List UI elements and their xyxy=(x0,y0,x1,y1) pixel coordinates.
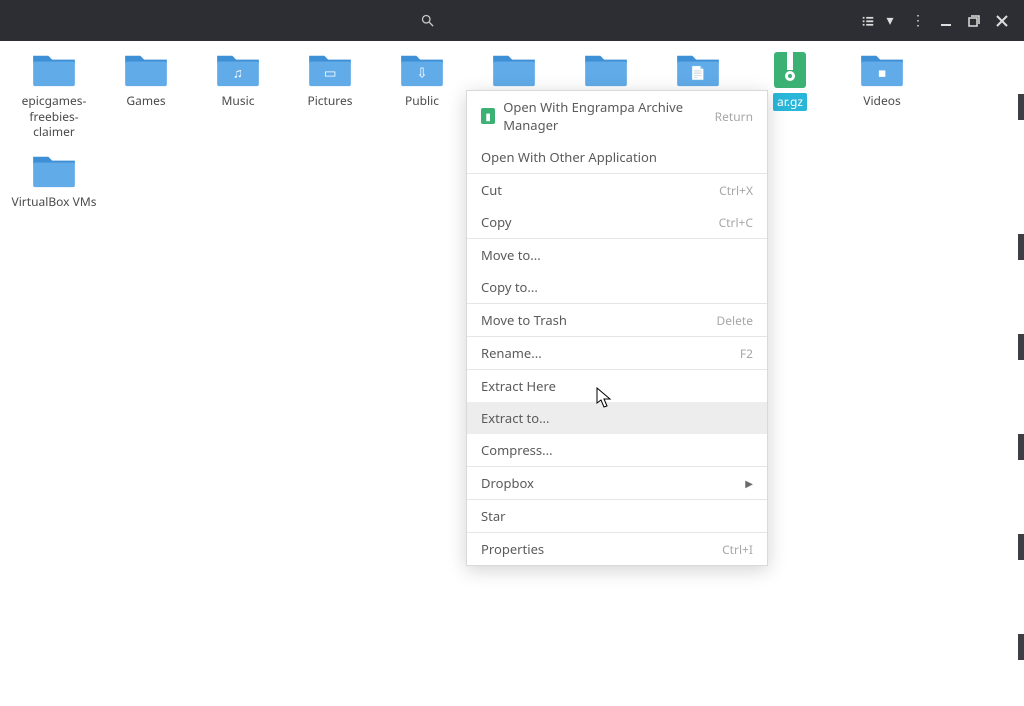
context-menu: ▮ Open With Engrampa Archive Manager Ret… xyxy=(466,90,768,566)
edge-indicator xyxy=(1018,94,1024,120)
item-label: VirtualBox VMs xyxy=(12,194,97,210)
svg-text:♫: ♫ xyxy=(233,64,243,82)
folder-icon xyxy=(30,51,78,89)
cm-label: Open With Engrampa Archive Manager xyxy=(503,98,714,134)
cm-copy-to[interactable]: Copy to... xyxy=(467,271,767,303)
cm-label: Rename... xyxy=(481,344,542,362)
cm-move-to[interactable]: Move to... xyxy=(467,239,767,271)
minimize-button[interactable] xyxy=(932,7,960,35)
folder-item[interactable]: ⇩ Public xyxy=(376,51,468,140)
svg-text:⇩: ⇩ xyxy=(416,64,427,82)
item-label: epicgames-freebies-claimer xyxy=(10,93,98,140)
cm-label: Star xyxy=(481,507,506,525)
svg-text:📄: 📄 xyxy=(690,64,707,82)
cm-move-trash[interactable]: Move to Trash Delete xyxy=(467,304,767,336)
kebab-menu-icon[interactable]: ⋮ xyxy=(904,7,932,35)
edge-indicator xyxy=(1018,534,1024,560)
item-label: Videos xyxy=(863,93,900,109)
cm-label: Move to Trash xyxy=(481,311,567,329)
cm-shortcut: Return xyxy=(715,108,753,125)
folder-item[interactable]: ■ Videos xyxy=(836,51,928,140)
cm-label: Copy xyxy=(481,213,511,231)
item-label: Music xyxy=(222,93,255,109)
edge-indicator xyxy=(1018,634,1024,660)
maximize-button[interactable] xyxy=(960,7,988,35)
cm-label: Properties xyxy=(481,540,544,558)
archive-icon xyxy=(766,51,814,89)
cm-shortcut: Ctrl+I xyxy=(722,541,753,558)
cm-label: Extract Here xyxy=(481,377,556,395)
cm-label: Dropbox xyxy=(481,474,534,492)
folder-icon: ■ xyxy=(858,51,906,89)
cm-properties[interactable]: Properties Ctrl+I xyxy=(467,533,767,565)
window-controls: ▾ ⋮ xyxy=(854,7,1024,35)
folder-icon: ⇩ xyxy=(398,51,446,89)
folder-icon xyxy=(582,51,630,89)
folder-item[interactable]: ▭ Pictures xyxy=(284,51,376,140)
cm-extract-to[interactable]: Extract to... xyxy=(467,402,767,434)
folder-icon: ♫ xyxy=(214,51,262,89)
cm-shortcut: F2 xyxy=(740,345,753,362)
folder-icon: ▭ xyxy=(306,51,354,89)
cm-copy[interactable]: Copy Ctrl+C xyxy=(467,206,767,238)
cm-label: Copy to... xyxy=(481,278,538,296)
edge-indicator xyxy=(1018,234,1024,260)
folder-item[interactable]: VirtualBox VMs xyxy=(8,152,100,210)
cm-label: Extract to... xyxy=(481,409,550,427)
titlebar: ▾ ⋮ xyxy=(0,0,1024,41)
folder-item[interactable]: ♫ Music xyxy=(192,51,284,140)
cm-label: Cut xyxy=(481,181,502,199)
cm-shortcut: Ctrl+X xyxy=(719,182,753,199)
folder-icon xyxy=(30,152,78,190)
folder-item[interactable]: epicgames-freebies-claimer xyxy=(8,51,100,140)
chevron-down-icon[interactable]: ▾ xyxy=(876,7,904,35)
cm-label: Open With Other Application xyxy=(481,148,657,166)
edge-indicator xyxy=(1018,334,1024,360)
folder-icon xyxy=(490,51,538,89)
item-label: Games xyxy=(126,93,165,109)
svg-text:■: ■ xyxy=(878,64,886,82)
svg-text:▭: ▭ xyxy=(324,64,337,82)
cm-star[interactable]: Star xyxy=(467,500,767,532)
chevron-right-icon: ▶ xyxy=(745,476,753,490)
item-label: ar.gz xyxy=(773,93,807,111)
item-label: Pictures xyxy=(307,93,352,109)
folder-icon xyxy=(122,51,170,89)
cm-label: Compress... xyxy=(481,441,553,459)
cm-open-with-other[interactable]: Open With Other Application xyxy=(467,141,767,173)
cm-compress[interactable]: Compress... xyxy=(467,434,767,466)
cm-shortcut: Delete xyxy=(717,312,754,329)
archive-app-icon: ▮ xyxy=(481,108,495,124)
cm-cut[interactable]: Cut Ctrl+X xyxy=(467,174,767,206)
cm-rename[interactable]: Rename... F2 xyxy=(467,337,767,369)
cm-extract-here[interactable]: Extract Here xyxy=(467,370,767,402)
cm-open-with-app[interactable]: ▮ Open With Engrampa Archive Manager Ret… xyxy=(467,91,767,141)
edge-indicator xyxy=(1018,434,1024,460)
search-icon[interactable] xyxy=(407,7,447,35)
cm-label: Move to... xyxy=(481,246,541,264)
item-label: Public xyxy=(405,93,439,109)
cm-shortcut: Ctrl+C xyxy=(719,214,753,231)
folder-item[interactable]: Games xyxy=(100,51,192,140)
cm-dropbox[interactable]: Dropbox ▶ xyxy=(467,467,767,499)
folder-icon: 📄 xyxy=(674,51,722,89)
close-button[interactable] xyxy=(988,7,1016,35)
